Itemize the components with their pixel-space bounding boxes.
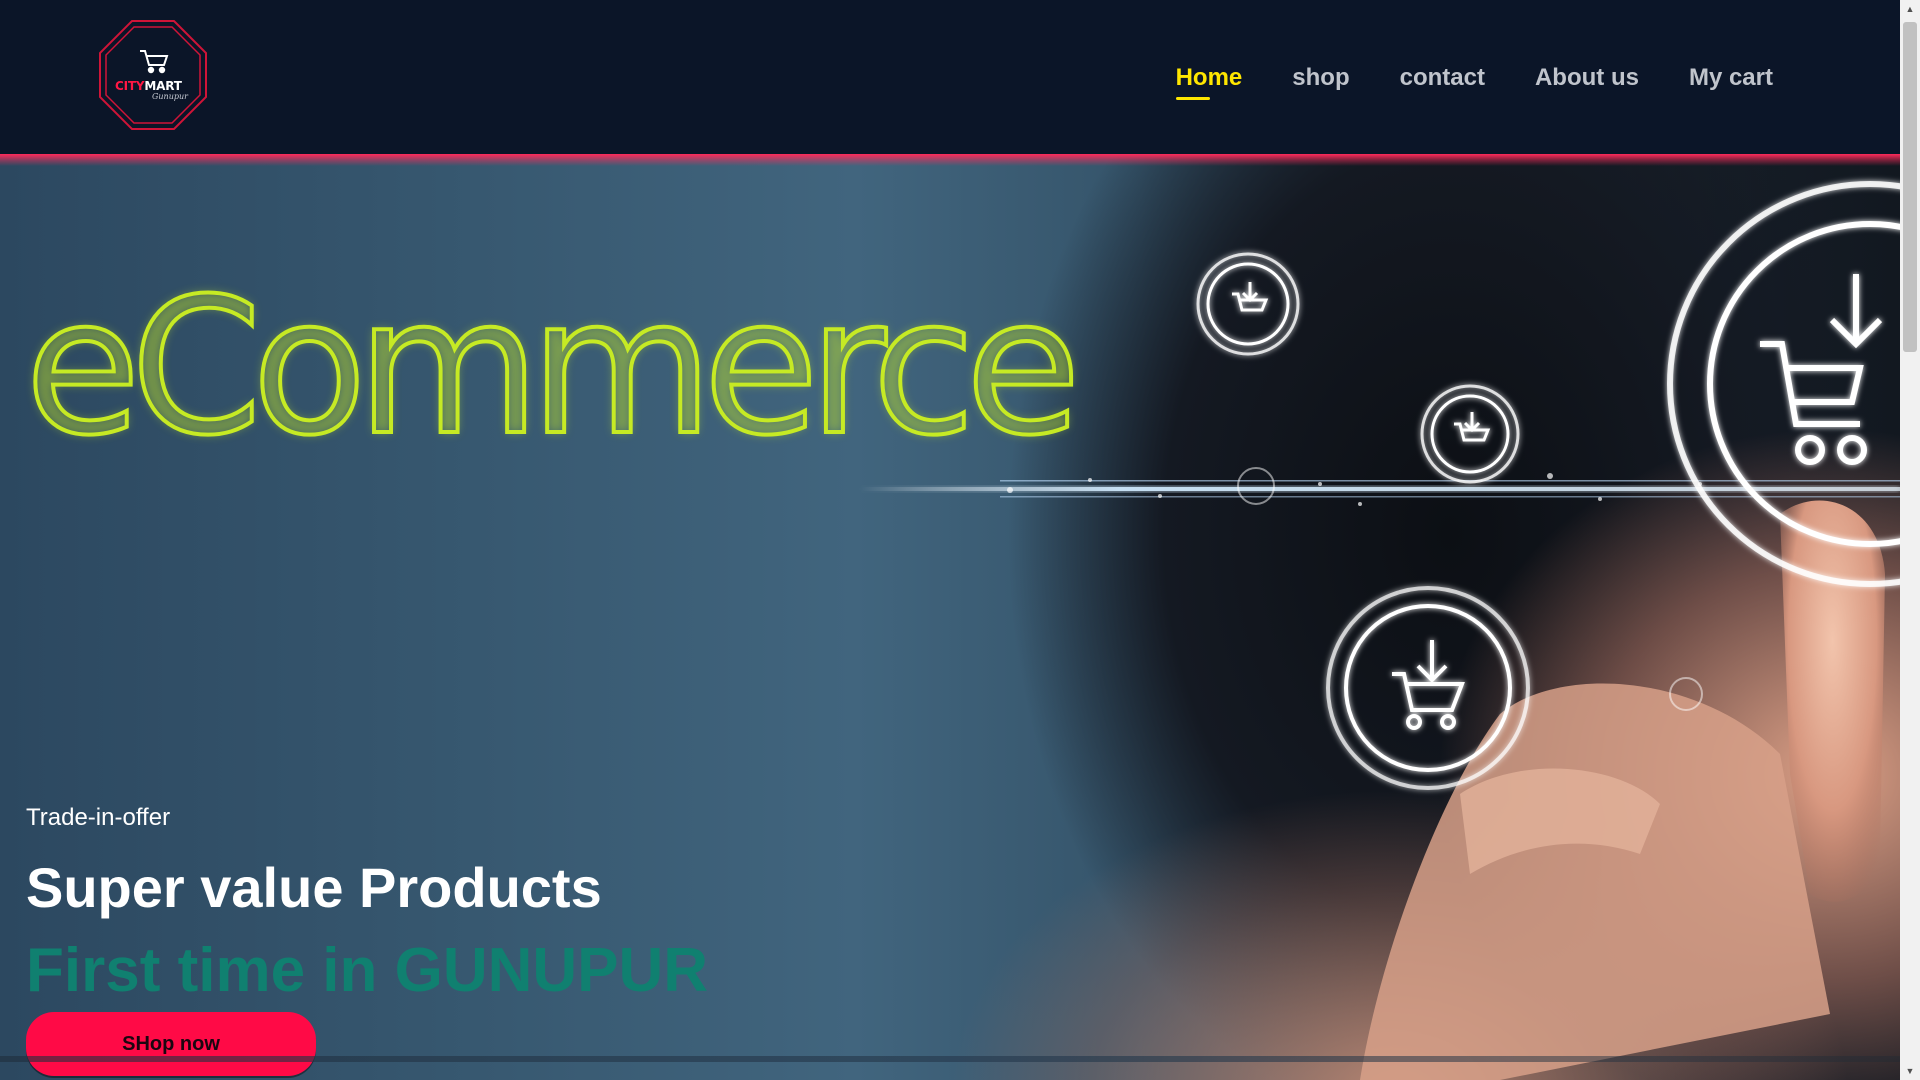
logo-cart-icon	[140, 50, 169, 74]
nav-cart-link[interactable]: My cart	[1689, 62, 1773, 94]
main-nav: Home shop contact About us My cart	[1175, 62, 1773, 100]
site-header: CITYMART Gunupur Home shop contact About…	[0, 0, 1900, 154]
offer-tag: Trade-in-offer	[26, 804, 171, 831]
citymart-logo[interactable]: CITYMART Gunupur	[98, 19, 208, 131]
nav-contact-link[interactable]: contact	[1400, 62, 1485, 94]
scroll-thumb[interactable]	[1903, 22, 1917, 352]
scroll-up-icon[interactable]: ▲	[1900, 0, 1920, 18]
shopping-cart-download-icon	[1196, 252, 1300, 356]
nav-home-link[interactable]: Home	[1175, 62, 1242, 100]
scroll-down-icon[interactable]: ▼	[1900, 1062, 1920, 1080]
hero-bottom-edge	[0, 1056, 1900, 1062]
logo-city-text: CITY	[115, 79, 145, 93]
shop-now-button[interactable]: SHop now	[26, 1012, 316, 1076]
logo-wordmark: CITYMART	[115, 79, 182, 93]
shopping-cart-download-icon	[1326, 586, 1530, 790]
logo-octagon-icon	[99, 20, 207, 130]
hero-title: Super value Products	[26, 856, 602, 919]
small-circle-icon	[1237, 467, 1703, 711]
page: CITYMART Gunupur Home shop contact About…	[0, 0, 1900, 1080]
logo-location-text: Gunupur	[152, 92, 188, 101]
logo-mart-text: MART	[144, 79, 182, 93]
hero-banner: eCommerce Trade-in-offer Super value Pro…	[0, 154, 1900, 1080]
ecommerce-banner-text: eCommerce	[23, 258, 1083, 477]
nav-shop-link[interactable]: shop	[1292, 62, 1349, 94]
page-scrollbar[interactable]: ▲ ▼	[1900, 0, 1920, 1080]
nav-about-link[interactable]: About us	[1535, 62, 1639, 94]
hero-subtitle: First time in GUNUPUR	[26, 936, 709, 1005]
shopping-cart-download-icon	[1420, 384, 1520, 484]
